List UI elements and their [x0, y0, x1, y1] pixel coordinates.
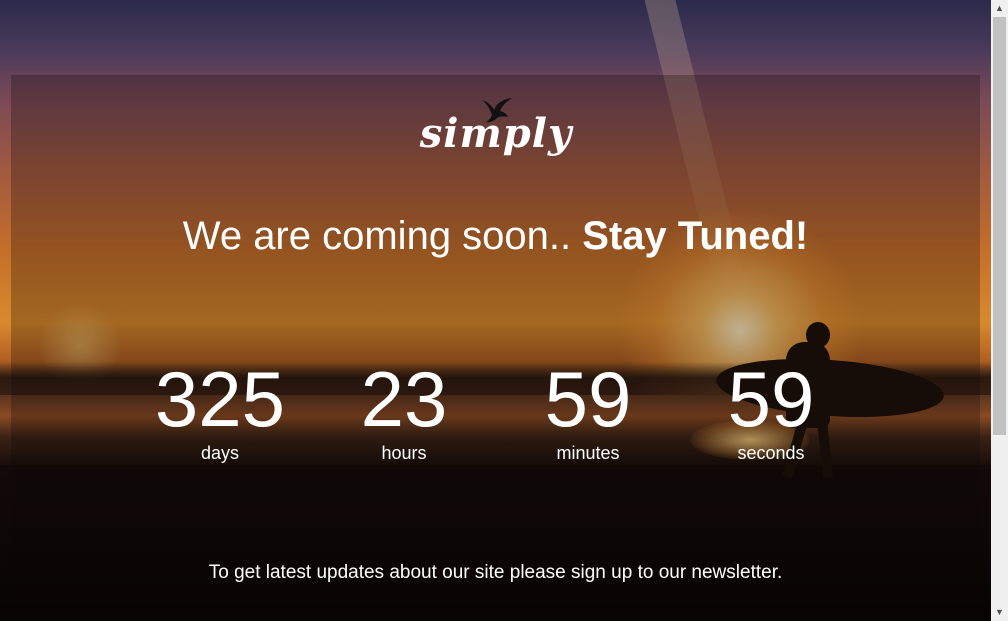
countdown-label: hours: [381, 443, 427, 463]
page-title: We are coming soon.. Stay Tuned!: [0, 214, 991, 259]
scroll-down-icon[interactable]: ▼: [991, 604, 1008, 621]
countdown-seconds: 59 seconds: [686, 358, 856, 464]
headline-bold: Stay Tuned!: [582, 214, 809, 258]
countdown-value: 23: [360, 355, 448, 443]
logo-text: simply: [419, 110, 573, 157]
scroll-thumb[interactable]: [993, 17, 1006, 435]
countdown-value: 59: [544, 355, 632, 443]
countdown-label: days: [200, 443, 240, 463]
scroll-up-icon[interactable]: ▲: [991, 0, 1008, 17]
countdown-value: 325: [154, 355, 286, 443]
countdown-label: seconds: [737, 443, 805, 463]
countdown-days: 325 days: [135, 358, 305, 464]
newsletter-text: To get latest updates about our site ple…: [208, 562, 783, 583]
countdown-hours: 23 hours: [319, 358, 489, 464]
countdown-minutes: 59 minutes: [503, 358, 673, 464]
vertical-scrollbar[interactable]: ▲ ▼: [991, 0, 1008, 621]
headline-light: We are coming soon..: [182, 214, 572, 258]
countdown-value: 59: [727, 355, 815, 443]
logo[interactable]: simply: [416, 94, 576, 166]
countdown-label: minutes: [556, 443, 620, 463]
